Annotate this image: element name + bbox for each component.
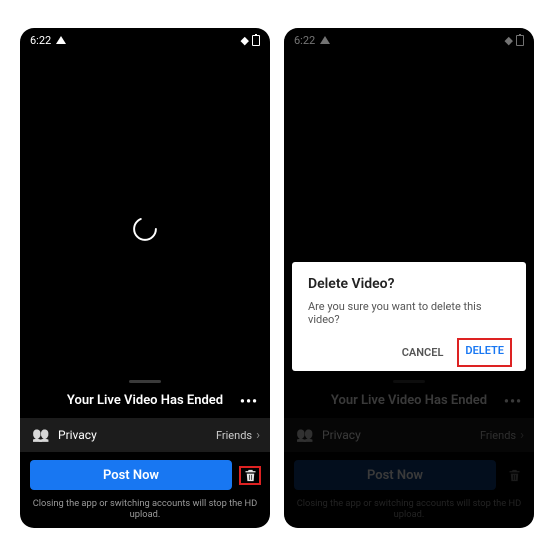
status-bar: 6:22 ◆ bbox=[20, 28, 270, 50]
phone-right: 6:22 ◆ Your Live Video Has Ended ••• 👥 P… bbox=[284, 28, 534, 528]
clock-text: 6:22 bbox=[30, 34, 51, 47]
dialog-cancel-button[interactable]: CANCEL bbox=[396, 340, 450, 365]
upload-hint: Closing the app or switching accounts wi… bbox=[20, 496, 270, 528]
privacy-row[interactable]: 👥 Privacy Friends › bbox=[20, 418, 270, 452]
privacy-label: Privacy bbox=[52, 428, 216, 442]
more-options-button[interactable]: ••• bbox=[240, 394, 258, 410]
drag-handle[interactable] bbox=[20, 376, 270, 385]
dialog-message: Are you sure you want to delete this vid… bbox=[308, 300, 510, 326]
trash-icon bbox=[243, 468, 258, 483]
chevron-right-icon: › bbox=[254, 428, 260, 443]
delete-button[interactable] bbox=[240, 467, 260, 484]
dialog-delete-button[interactable]: DELETE bbox=[459, 340, 510, 365]
bottom-sheet: Your Live Video Has Ended ••• 👥 Privacy … bbox=[20, 376, 270, 528]
privacy-value: Friends bbox=[216, 429, 254, 442]
post-now-button[interactable]: Post Now bbox=[30, 460, 232, 490]
warning-icon bbox=[56, 36, 66, 44]
loading-spinner-icon bbox=[131, 215, 159, 243]
dialog-title: Delete Video? bbox=[308, 276, 510, 292]
battery-icon bbox=[252, 35, 260, 46]
video-preview-area bbox=[20, 50, 270, 395]
wifi-icon: ◆ bbox=[241, 35, 249, 46]
friends-icon: 👥 bbox=[30, 427, 52, 443]
sheet-title: Your Live Video Has Ended bbox=[67, 393, 223, 408]
delete-dialog: Delete Video? Are you sure you want to d… bbox=[292, 262, 526, 371]
phone-left: 6:22 ◆ Your Live Video Has Ended ••• 👥 P… bbox=[20, 28, 270, 528]
